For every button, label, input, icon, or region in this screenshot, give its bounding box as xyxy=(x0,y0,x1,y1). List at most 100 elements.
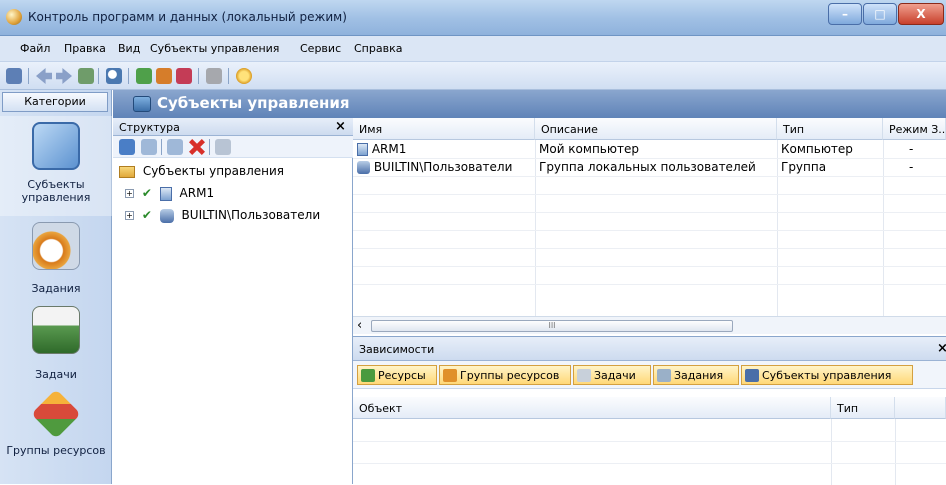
category-label: Задачи xyxy=(35,368,77,381)
row-name: BUILTIN\Пользователи xyxy=(373,160,513,174)
horizontal-scrollbar[interactable]: ‹ III xyxy=(353,316,946,334)
users-computer-icon xyxy=(32,122,80,170)
tree-root-label: Субъекты управления xyxy=(142,164,285,178)
tree-root[interactable]: Субъекты управления xyxy=(119,164,284,178)
dependencies-title: Зависимости xyxy=(359,343,435,356)
check-icon: ✔ xyxy=(141,186,152,200)
toolbar xyxy=(0,62,946,90)
tab-jobs[interactable]: Задания xyxy=(653,365,739,385)
row-name: ARM1 xyxy=(371,142,407,156)
toolbar-separator xyxy=(128,68,129,84)
toolbar-separator xyxy=(228,68,229,84)
toolbar-separator xyxy=(209,139,210,155)
dependencies-tabs: Ресурсы Группы ресурсов Задачи Задания С… xyxy=(353,361,946,389)
column-divider xyxy=(895,419,896,485)
menu-help[interactable]: Справка xyxy=(354,42,402,55)
category-jobs[interactable]: Задания xyxy=(0,222,112,302)
save-icon[interactable] xyxy=(6,68,22,84)
tree-node-label: BUILTIN\Пользователи xyxy=(181,208,321,222)
type-cell: Группа xyxy=(781,160,827,174)
menu-view[interactable]: Вид xyxy=(118,42,140,55)
check-icon: ✔ xyxy=(141,208,152,222)
clock-clipboard-icon xyxy=(32,222,80,270)
printer-task-icon xyxy=(32,306,80,354)
tab-resource-groups[interactable]: Группы ресурсов xyxy=(439,365,571,385)
column-header-mode[interactable]: Режим З... xyxy=(883,118,946,140)
computer-icon xyxy=(159,186,172,201)
column-header-description[interactable]: Описание xyxy=(535,118,777,140)
menu-edit[interactable]: Правка xyxy=(64,42,106,55)
user-group-icon xyxy=(159,208,174,223)
mode-cell: - xyxy=(909,160,914,174)
category-label: Группы ресурсов xyxy=(6,444,106,457)
structure-header: Структура × xyxy=(113,118,353,136)
column-header-object[interactable]: Объект xyxy=(353,397,831,419)
dependencies-close-icon[interactable]: × xyxy=(937,341,946,356)
toolbar-separator xyxy=(98,68,99,84)
mode-cell: - xyxy=(909,142,914,156)
tree-node-arm1[interactable]: + ✔ ARM1 xyxy=(125,186,214,201)
section-title: Субъекты управления xyxy=(157,94,350,112)
toolbar-separator xyxy=(198,68,199,84)
toolbar-separator xyxy=(161,139,162,155)
column-header-type[interactable]: Тип xyxy=(831,397,895,419)
section-banner: Субъекты управления xyxy=(113,90,946,118)
tree-node-users[interactable]: + ✔ BUILTIN\Пользователи xyxy=(125,208,320,223)
maximize-button[interactable]: □ xyxy=(863,3,897,25)
add-group-icon[interactable] xyxy=(167,139,183,155)
refresh-icon[interactable] xyxy=(136,68,152,84)
tab-resources[interactable]: Ресурсы xyxy=(357,365,437,385)
toolbar-separator xyxy=(28,68,29,84)
properties-icon[interactable] xyxy=(215,139,231,155)
close-button[interactable]: X xyxy=(898,3,944,25)
scroll-thumb[interactable]: III xyxy=(371,320,733,332)
menu-subjects[interactable]: Субъекты управления xyxy=(150,42,279,55)
row-divider xyxy=(353,212,946,213)
row-divider xyxy=(353,463,946,464)
column-header-name[interactable]: Имя xyxy=(353,118,535,140)
delete-icon[interactable] xyxy=(189,139,205,155)
menu-service[interactable]: Сервис xyxy=(300,42,341,55)
tab-subjects[interactable]: Субъекты управления xyxy=(741,365,913,385)
app-icon xyxy=(6,9,22,25)
structure-toolbar xyxy=(113,136,353,158)
category-label: Задания xyxy=(31,282,81,295)
menu-file[interactable]: Файл xyxy=(20,42,50,55)
categories-header[interactable]: Категории xyxy=(2,92,108,112)
add-user-icon[interactable] xyxy=(141,139,157,155)
minimize-button[interactable]: – xyxy=(828,3,862,25)
tab-label: Субъекты управления xyxy=(762,369,892,382)
category-resource-groups[interactable]: Группы ресурсов xyxy=(0,389,112,484)
tools-icon[interactable] xyxy=(206,68,222,84)
folder-icon xyxy=(119,165,135,178)
category-tasks[interactable]: Задачи xyxy=(0,306,112,390)
categories-sidebar: Категории Субъекты управления Задания За… xyxy=(0,90,112,484)
add-icon[interactable] xyxy=(119,139,135,155)
subjects-table: Имя Описание Тип Режим З... ARM1 Мой ком… xyxy=(353,118,946,336)
column-header-type[interactable]: Тип xyxy=(777,118,883,140)
category-label: Субъекты управления xyxy=(21,178,91,204)
scroll-left-icon[interactable]: ‹ xyxy=(357,318,362,333)
name-cell: BUILTIN\Пользователи xyxy=(353,158,535,176)
category-subjects[interactable]: Субъекты управления xyxy=(0,116,112,216)
column-divider xyxy=(831,419,832,485)
jobs-icon xyxy=(657,369,671,382)
settings-icon[interactable] xyxy=(156,68,172,84)
resource-groups-icon xyxy=(443,369,457,382)
back-icon[interactable] xyxy=(36,68,52,84)
expand-icon[interactable]: + xyxy=(125,189,134,198)
dependencies-header: Зависимости × xyxy=(353,337,946,361)
tab-tasks[interactable]: Задачи xyxy=(573,365,651,385)
resources-icon xyxy=(361,369,375,382)
subjects-icon xyxy=(745,369,759,382)
window-title: Контроль программ и данных (локальный ре… xyxy=(28,10,347,24)
forward-icon[interactable] xyxy=(56,68,72,84)
structure-close-icon[interactable]: × xyxy=(335,119,346,134)
tree-node-label: ARM1 xyxy=(179,186,215,200)
report-icon[interactable] xyxy=(176,68,192,84)
home-icon[interactable] xyxy=(78,68,94,84)
search-icon[interactable] xyxy=(106,68,122,84)
expand-icon[interactable]: + xyxy=(125,211,134,220)
description-cell: Группа локальных пользователей xyxy=(539,160,756,174)
help-icon[interactable] xyxy=(236,68,252,84)
